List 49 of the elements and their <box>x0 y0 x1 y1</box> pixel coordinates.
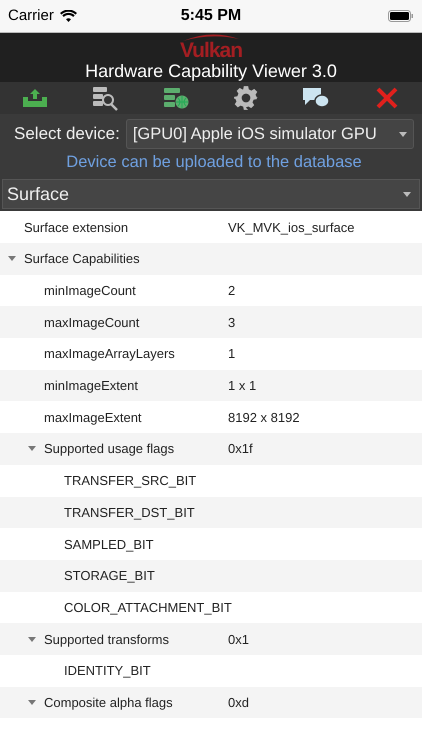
property-value: 0x1 <box>228 632 250 647</box>
property-name: IDENTITY_BIT <box>64 663 152 678</box>
property-name: Surface Capabilities <box>24 251 141 266</box>
tree-row[interactable]: Composite alpha flags 0xd <box>0 686 422 718</box>
property-name: Supported usage flags <box>44 441 176 456</box>
property-name: minImageExtent <box>44 378 139 394</box>
disclosure-triangle-icon[interactable] <box>28 446 36 452</box>
tree-row[interactable]: TRANSFER_DST_BIT <box>0 496 422 528</box>
tree-row[interactable]: Supported transforms 0x1 <box>0 623 422 655</box>
tree-row[interactable]: Surface Capabilities <box>0 243 422 275</box>
tree-row[interactable]: minImageCount 2 <box>0 274 422 306</box>
device-label: Select device: <box>14 124 120 144</box>
property-name: TRANSFER_SRC_BIT <box>64 473 198 488</box>
disclosure-triangle-icon[interactable] <box>28 636 36 642</box>
property-name: maxImageCount <box>44 314 140 330</box>
property-name: maxImageExtent <box>44 410 143 425</box>
tree-row[interactable]: Supported usage flags 0x1f <box>0 433 422 465</box>
property-name: SAMPLED_BIT <box>64 536 155 552</box>
property-value: 0xd <box>228 694 250 710</box>
logo-swoosh-icon <box>180 32 241 41</box>
property-name: Supported transforms <box>44 632 170 647</box>
tree-row[interactable]: COLOR_ATTACHMENT_BIT <box>0 592 422 624</box>
property-value: 1 <box>228 346 236 362</box>
property-name: Composite alpha flags <box>44 694 174 710</box>
disclosure-triangle-icon[interactable] <box>28 700 36 705</box>
upload-notice: Device can be uploaded to the database <box>66 153 362 172</box>
property-name: minImageCount <box>44 283 137 298</box>
property-name: Surface extension <box>24 220 130 235</box>
category-dropdown[interactable]: Surface <box>2 179 420 210</box>
tree-row[interactable]: STORAGE_BIT <box>0 560 422 592</box>
property-value: VK_MVK_ios_surface <box>228 220 356 235</box>
property-name: STORAGE_BIT <box>64 568 156 584</box>
vulkan-logo: Vulkan <box>180 40 242 61</box>
property-value: 1 x 1 <box>228 378 258 394</box>
battery-icon <box>388 10 414 22</box>
property-name: maxImageArrayLayers <box>44 346 176 362</box>
disclosure-triangle-icon[interactable] <box>8 256 16 262</box>
carrier-label: Carrier <box>8 7 54 24</box>
tree-row[interactable]: minImageExtent 1 x 1 <box>0 370 422 402</box>
property-value: 8192 x 8192 <box>228 410 301 425</box>
clock-time: 5:45 PM <box>180 6 242 25</box>
property-value: 0x1f <box>228 441 254 456</box>
property-name: TRANSFER_DST_BIT <box>64 504 196 520</box>
app-title: Hardware Capability Viewer 3.0 <box>85 60 337 82</box>
device-dropdown[interactable]: [GPU0] Apple iOS simulator GPU <box>126 119 414 150</box>
wifi-icon <box>60 10 77 22</box>
property-value: 3 <box>228 314 236 330</box>
property-value: 2 <box>228 283 236 298</box>
tree-row[interactable]: maxImageCount 3 <box>0 306 422 338</box>
